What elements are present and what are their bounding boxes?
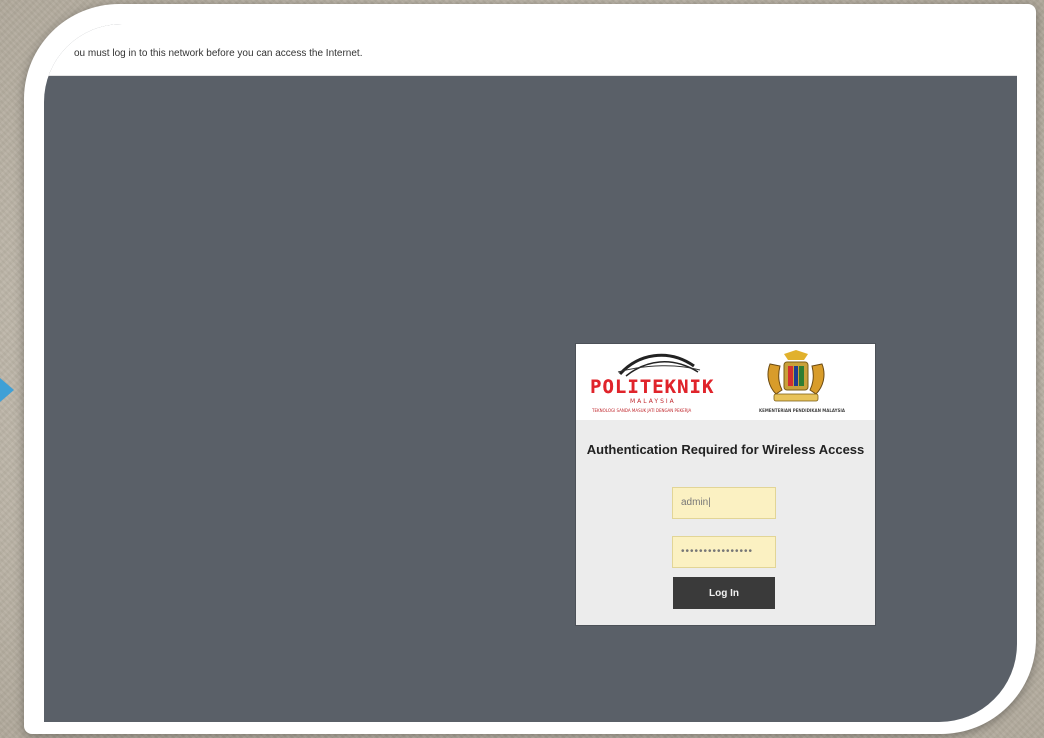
politeknik-logo: POLITEKNIK MALAYSIA TEKNOLOGI SANDA MASU… bbox=[588, 348, 738, 418]
password-input[interactable]: •••••••••••••••• bbox=[672, 536, 776, 568]
ministry-caption: KEMENTERIAN PENDIDIKAN MALAYSIA bbox=[758, 408, 846, 413]
login-required-notice: ou must log in to this network before yo… bbox=[74, 48, 363, 59]
authentication-title: Authentication Required for Wireless Acc… bbox=[586, 442, 865, 457]
login-card: POLITEKNIK MALAYSIA TEKNOLOGI SANDA MASU… bbox=[576, 344, 875, 625]
politeknik-logo-subtext: MALAYSIA bbox=[630, 398, 676, 405]
screenshot-frame: ou must log in to this network before yo… bbox=[24, 4, 1036, 734]
politeknik-swoosh-icon bbox=[617, 353, 701, 377]
notice-bar: ou must log in to this network before yo… bbox=[44, 24, 1017, 76]
login-card-header: POLITEKNIK MALAYSIA TEKNOLOGI SANDA MASU… bbox=[576, 344, 875, 420]
politeknik-logo-tagline: TEKNOLOGI SANDA MASUK JATI DENGAN PEKERJ… bbox=[592, 408, 692, 413]
slide-bullet-arrow-icon bbox=[0, 378, 14, 402]
politeknik-logo-text: POLITEKNIK bbox=[590, 376, 715, 398]
log-in-button[interactable]: Log In bbox=[673, 577, 775, 609]
captive-portal-page: ou must log in to this network before yo… bbox=[44, 24, 1017, 722]
username-input[interactable]: admin| bbox=[672, 487, 776, 519]
malaysia-coat-of-arms-icon bbox=[767, 350, 825, 402]
